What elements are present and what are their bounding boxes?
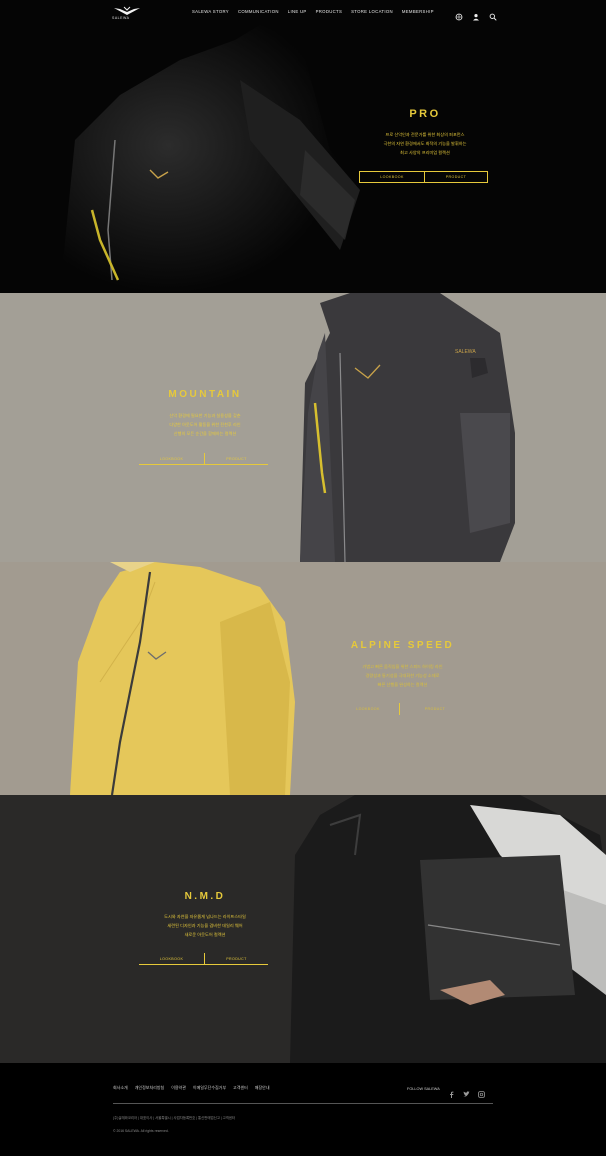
lookbook-button[interactable]: LOOKBOOK (139, 453, 205, 465)
twitter-icon[interactable] (463, 1085, 470, 1097)
svg-text:SALEWA: SALEWA (455, 349, 476, 355)
instagram-icon[interactable] (477, 1085, 485, 1098)
site-footer: 회사소개 개인정보처리방침 이용약관 이메일무단수집거부 고객센터 매장안내 F… (0, 1063, 606, 1156)
product-button[interactable]: PRODUCT (205, 453, 268, 465)
footer-link[interactable]: 고객센터 (233, 1085, 248, 1091)
product-button[interactable]: PRODUCT (425, 171, 488, 183)
section-title: ALPINE SPEED (350, 640, 455, 651)
footer-link[interactable]: 매장안내 (255, 1085, 270, 1091)
nmd-jacket-image (0, 795, 606, 1063)
section-nmd: N.M.D 도시와 자연을 자유롭게 넘나드는 라이프스타일 세련된 디자인과 … (0, 795, 606, 1063)
footer-company-info: (주)살레와코리아 | 대표이사 | 서울특별시 | 사업자등록번호 | 통신판… (113, 1116, 236, 1120)
product-button[interactable]: PRODUCT (205, 953, 268, 965)
search-icon[interactable] (489, 8, 497, 21)
nav-membership[interactable]: MEMBERSHIP (402, 9, 434, 14)
user-icon[interactable] (472, 8, 480, 21)
section-desc: 프로 산악인과 전문가를 위한 최상의 퍼포먼스 극한의 자연 환경에서도 최적… (383, 132, 467, 155)
lookbook-button[interactable]: LOOKBOOK (139, 953, 205, 965)
nav-salewa-story[interactable]: SALEWA STORY (192, 9, 229, 14)
nav-line-up[interactable]: LINE UP (288, 9, 307, 14)
footer-links: 회사소개 개인정보처리방침 이용약관 이메일무단수집거부 고객센터 매장안내 (113, 1085, 270, 1091)
facebook-icon[interactable] (448, 1085, 455, 1098)
lookbook-button[interactable]: LOOKBOOK (337, 703, 400, 715)
footer-copyright: © 2016 SALEWA. All rights reserved. (113, 1129, 169, 1133)
section-desc: 가볍고 빠른 움직임을 위한 스피드 하이킹 라인 경량성과 통기성을 극대화한… (362, 664, 443, 687)
alpine-jacket-image (0, 562, 606, 795)
section-desc: 산악 환경에 필요한 기능과 실용성을 갖춘 다양한 아웃도어 활동을 위한 전… (169, 413, 241, 436)
footer-link[interactable]: 이메일무단수집거부 (193, 1085, 226, 1091)
pro-jacket-image (0, 0, 606, 293)
section-buttons: LOOKBOOK PRODUCT (139, 953, 268, 965)
mountain-jacket-image: SALEWA (0, 293, 606, 562)
section-buttons: LOOKBOOK PRODUCT (139, 453, 268, 465)
footer-divider (113, 1103, 493, 1104)
nav-products[interactable]: PRODUCTS (316, 9, 343, 14)
page: SALEWA SALEWA STORY COMMUNICATION LINE U… (0, 0, 606, 1156)
product-button[interactable]: PRODUCT (400, 703, 470, 715)
site-header: SALEWA SALEWA STORY COMMUNICATION LINE U… (0, 0, 606, 26)
header-icons (455, 8, 497, 21)
footer-social: FOLLOW SALEWA (407, 1085, 485, 1098)
main-nav: SALEWA STORY COMMUNICATION LINE UP PRODU… (192, 9, 434, 14)
lookbook-button[interactable]: LOOKBOOK (359, 171, 425, 183)
section-title: N.M.D (184, 891, 226, 902)
footer-link[interactable]: 개인정보처리방침 (135, 1085, 164, 1091)
nav-store-location[interactable]: STORE LOCATION (351, 9, 393, 14)
footer-link[interactable]: 이용약관 (171, 1085, 186, 1091)
section-buttons: LOOKBOOK PRODUCT (359, 171, 488, 183)
section-mountain: SALEWA MOUNTAIN 산악 환경에 필요한 기능과 실용성을 갖춘 다… (0, 293, 606, 562)
globe-icon[interactable] (455, 8, 463, 21)
section-pro: PRO 프로 산악인과 전문가를 위한 최상의 퍼포먼스 극한의 자연 환경에서… (0, 0, 606, 293)
footer-link[interactable]: 회사소개 (113, 1085, 128, 1091)
section-alpine-speed: ALPINE SPEED 가볍고 빠른 움직임을 위한 스피드 하이킹 라인 경… (0, 562, 606, 795)
nav-communication[interactable]: COMMUNICATION (238, 9, 279, 14)
section-title: PRO (409, 108, 441, 120)
section-title: MOUNTAIN (168, 389, 242, 400)
section-buttons: LOOKBOOK PRODUCT (337, 703, 470, 715)
logo-text: SALEWA (112, 16, 130, 20)
section-desc: 도시와 자연을 자유롭게 넘나드는 라이프스타일 세련된 디자인과 기능을 겸비… (164, 914, 246, 937)
follow-label: FOLLOW SALEWA (407, 1086, 440, 1091)
